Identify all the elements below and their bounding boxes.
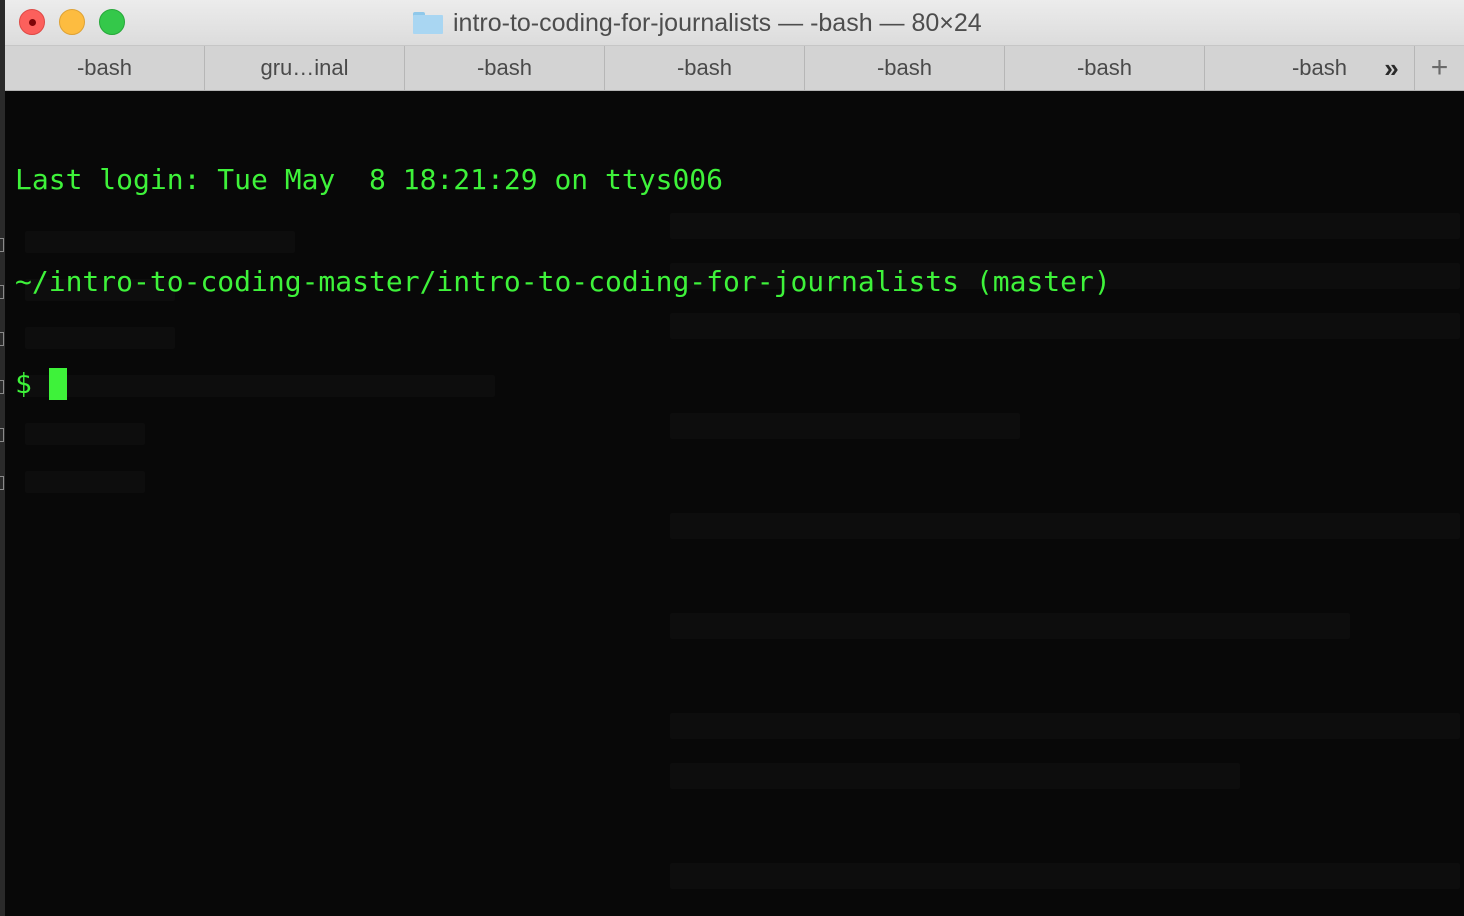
terminal-text: Last login: Tue May 8 18:21:29 on ttys00… xyxy=(15,95,1111,469)
tab-label: -bash xyxy=(1076,55,1133,80)
tab-label: gru…inal xyxy=(260,55,349,80)
terminal-output[interactable]: Last login: Tue May 8 18:21:29 on ttys00… xyxy=(5,91,1464,916)
background-ghost xyxy=(670,863,1460,889)
tab-label: -bash xyxy=(76,55,133,80)
desktop-edge-mark xyxy=(0,380,4,394)
background-ghost xyxy=(670,513,1460,539)
tab-bash-2[interactable]: -bash xyxy=(405,46,605,90)
tab-bash-4[interactable]: -bash xyxy=(805,46,1005,90)
desktop-edge-mark xyxy=(0,285,4,299)
desktop-edge-mark xyxy=(0,332,4,346)
background-ghost xyxy=(25,471,145,493)
tab-bash-6[interactable]: -bash xyxy=(1205,46,1365,90)
tab-label: -bash xyxy=(1291,55,1347,80)
desktop-edge-mark xyxy=(0,238,4,252)
plus-icon: + xyxy=(1430,51,1449,84)
terminal-line: Last login: Tue May 8 18:21:29 on ttys00… xyxy=(15,163,724,196)
tab-grunt-terminal[interactable]: gru…inal xyxy=(205,46,405,90)
maximize-button[interactable] xyxy=(99,9,125,35)
title-bar[interactable]: intro-to-coding-for-journalists — -bash … xyxy=(5,0,1464,46)
double-chevron-right-icon: » xyxy=(1384,52,1399,83)
prompt-symbol: $ xyxy=(15,367,49,400)
cursor xyxy=(48,368,67,400)
desktop-edge-mark xyxy=(0,476,4,490)
window-title-text: intro-to-coding-for-journalists — -bash … xyxy=(453,8,982,37)
window-title: intro-to-coding-for-journalists — -bash … xyxy=(413,8,982,38)
tab-label: -bash xyxy=(476,55,533,80)
tab-label: -bash xyxy=(676,55,733,80)
background-ghost xyxy=(670,613,1350,639)
new-tab-button[interactable]: + xyxy=(1415,46,1464,90)
background-ghost xyxy=(670,763,1240,789)
terminal-line: ~/intro-to-coding-master/intro-to-coding… xyxy=(15,265,1111,298)
tab-bash-1[interactable]: -bash xyxy=(5,46,205,90)
tab-bash-5[interactable]: -bash xyxy=(1005,46,1205,90)
desktop-edge-mark xyxy=(0,428,4,442)
tab-label: -bash xyxy=(876,55,933,80)
folder-icon xyxy=(413,12,443,34)
background-ghost xyxy=(670,713,1460,739)
close-button[interactable] xyxy=(19,9,45,35)
minimize-button[interactable] xyxy=(59,9,85,35)
tab-overflow-button[interactable]: » xyxy=(1365,46,1415,90)
prompt-line[interactable]: $ xyxy=(15,367,1111,401)
terminal-window: intro-to-coding-for-journalists — -bash … xyxy=(5,0,1464,916)
close-icon xyxy=(29,19,36,26)
tab-bar: -bash gru…inal -bash -bash -bash -bash -… xyxy=(5,46,1464,91)
tab-bash-3[interactable]: -bash xyxy=(605,46,805,90)
